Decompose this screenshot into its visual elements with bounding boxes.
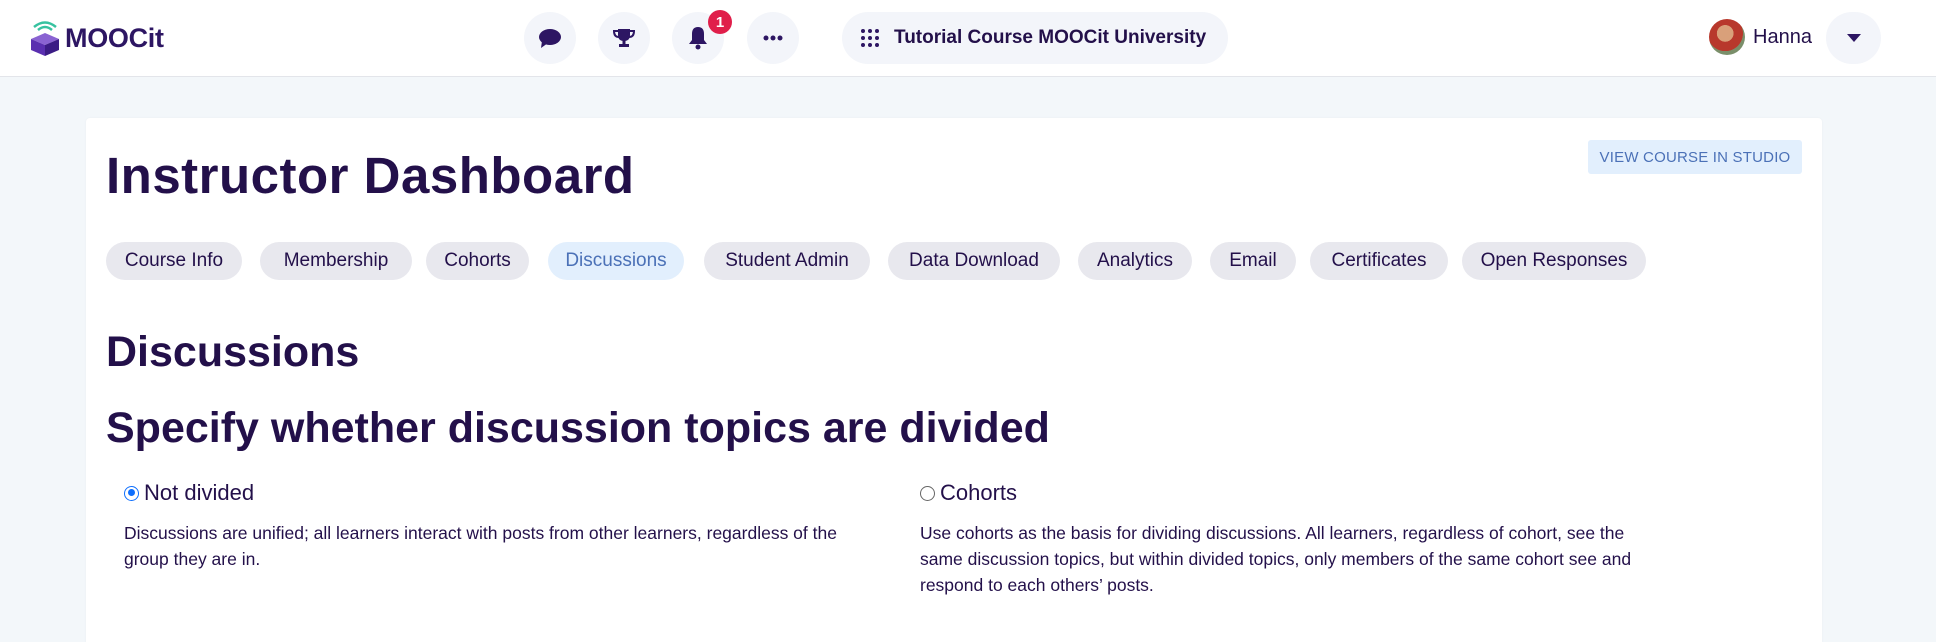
tab-student-admin[interactable]: Student Admin bbox=[704, 242, 870, 280]
avatar bbox=[1709, 19, 1745, 55]
tab-open-responses[interactable]: Open Responses bbox=[1462, 242, 1646, 280]
view-course-in-studio-button[interactable]: VIEW COURSE IN STUDIO bbox=[1588, 140, 1802, 174]
user-name: Hanna bbox=[1753, 25, 1812, 48]
description-line: same discussion topics, but within divid… bbox=[920, 549, 1632, 569]
radio-button-unselected[interactable] bbox=[920, 485, 935, 501]
more-options-button[interactable] bbox=[747, 12, 799, 64]
discussions-nav-button[interactable] bbox=[524, 12, 576, 64]
grid-menu-icon bbox=[861, 29, 879, 47]
course-switcher[interactable]: Tutorial Course MOOCit University bbox=[842, 12, 1228, 64]
logo-cube-icon bbox=[31, 21, 59, 56]
chat-bubble-icon bbox=[539, 29, 561, 48]
tab-cohorts[interactable]: Cohorts bbox=[426, 242, 529, 280]
bell-icon bbox=[689, 27, 707, 50]
radio-cohorts[interactable]: Cohorts bbox=[920, 480, 1017, 506]
user-dropdown-button[interactable] bbox=[1826, 12, 1881, 64]
tab-email[interactable]: Email bbox=[1210, 242, 1296, 280]
tab-discussions[interactable]: Discussions bbox=[548, 242, 684, 280]
section-subheading: Specify whether discussion topics are di… bbox=[106, 404, 1050, 452]
option-description: Use cohorts as the basis for dividing di… bbox=[920, 520, 1631, 598]
tab-data-download[interactable]: Data Download bbox=[888, 242, 1060, 280]
radio-button-selected[interactable] bbox=[124, 485, 139, 501]
radio-label: Cohorts bbox=[940, 480, 1018, 505]
tab-certificates[interactable]: Certificates bbox=[1310, 242, 1448, 280]
description-line: group they are in. bbox=[124, 549, 261, 569]
notification-count-badge: 1 bbox=[708, 10, 732, 34]
course-title: Tutorial Course MOOCit University bbox=[894, 27, 1207, 48]
user-menu[interactable]: Hanna bbox=[1709, 19, 1812, 55]
ellipsis-icon bbox=[763, 35, 783, 41]
description-line: Use cohorts as the basis for dividing di… bbox=[920, 523, 1625, 543]
logo-text: MOOCit bbox=[65, 22, 164, 53]
description-line: respond to each others’ posts. bbox=[920, 575, 1154, 595]
trophy-icon bbox=[613, 29, 635, 47]
tab-analytics[interactable]: Analytics bbox=[1078, 242, 1192, 280]
tab-membership[interactable]: Membership bbox=[260, 242, 412, 280]
radio-not-divided[interactable]: Not divided bbox=[124, 480, 254, 506]
radio-label: Not divided bbox=[144, 480, 255, 505]
option-description: Discussions are unified; all learners in… bbox=[124, 520, 837, 572]
description-line: Discussions are unified; all learners in… bbox=[124, 523, 837, 543]
section-heading: Discussions bbox=[106, 328, 360, 376]
page-title: Instructor Dashboard bbox=[106, 147, 635, 204]
caret-down-icon bbox=[1846, 34, 1861, 42]
logo[interactable]: MOOCit bbox=[28, 20, 164, 56]
progress-nav-button[interactable] bbox=[598, 12, 650, 64]
top-nav-bar: MOOCit 1 Tutorial Course MOOCit Universi… bbox=[0, 0, 1936, 77]
tab-course-info[interactable]: Course Info bbox=[106, 242, 242, 280]
